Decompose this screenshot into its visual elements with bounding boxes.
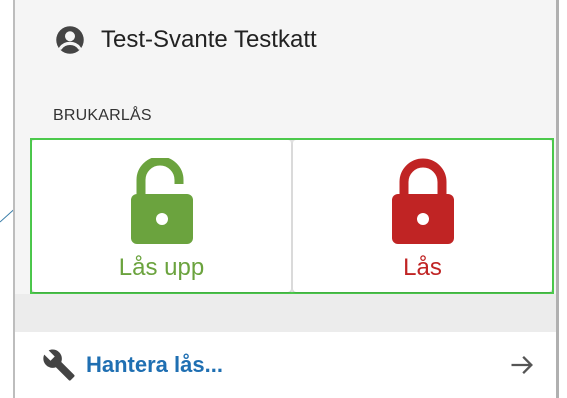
manage-locks-row[interactable]: Hantera lås...	[15, 332, 556, 398]
account-circle-icon	[56, 26, 84, 54]
lock-closed-icon	[391, 158, 454, 244]
unlock-label: Lås upp	[118, 254, 205, 281]
lock-label: Lås	[403, 254, 442, 281]
manage-locks-link[interactable]: Hantera lås...	[86, 352, 223, 378]
user-row: Test-Svante Testkatt	[55, 20, 317, 60]
section-divider	[15, 294, 556, 332]
lock-button[interactable]: Lås	[293, 140, 552, 292]
wrench-icon	[43, 349, 75, 381]
section-label: BRUKARLÅS	[53, 107, 152, 124]
lock-open-icon	[130, 158, 193, 244]
user-name: Test-Svante Testkatt	[101, 26, 317, 53]
arrow-right-icon	[511, 356, 533, 374]
lock-control-group: Lås upp Lås	[30, 138, 554, 294]
lock-card: Test-Svante Testkatt BRUKARLÅS Lås upp L…	[13, 0, 559, 398]
unlock-button[interactable]: Lås upp	[32, 140, 291, 292]
